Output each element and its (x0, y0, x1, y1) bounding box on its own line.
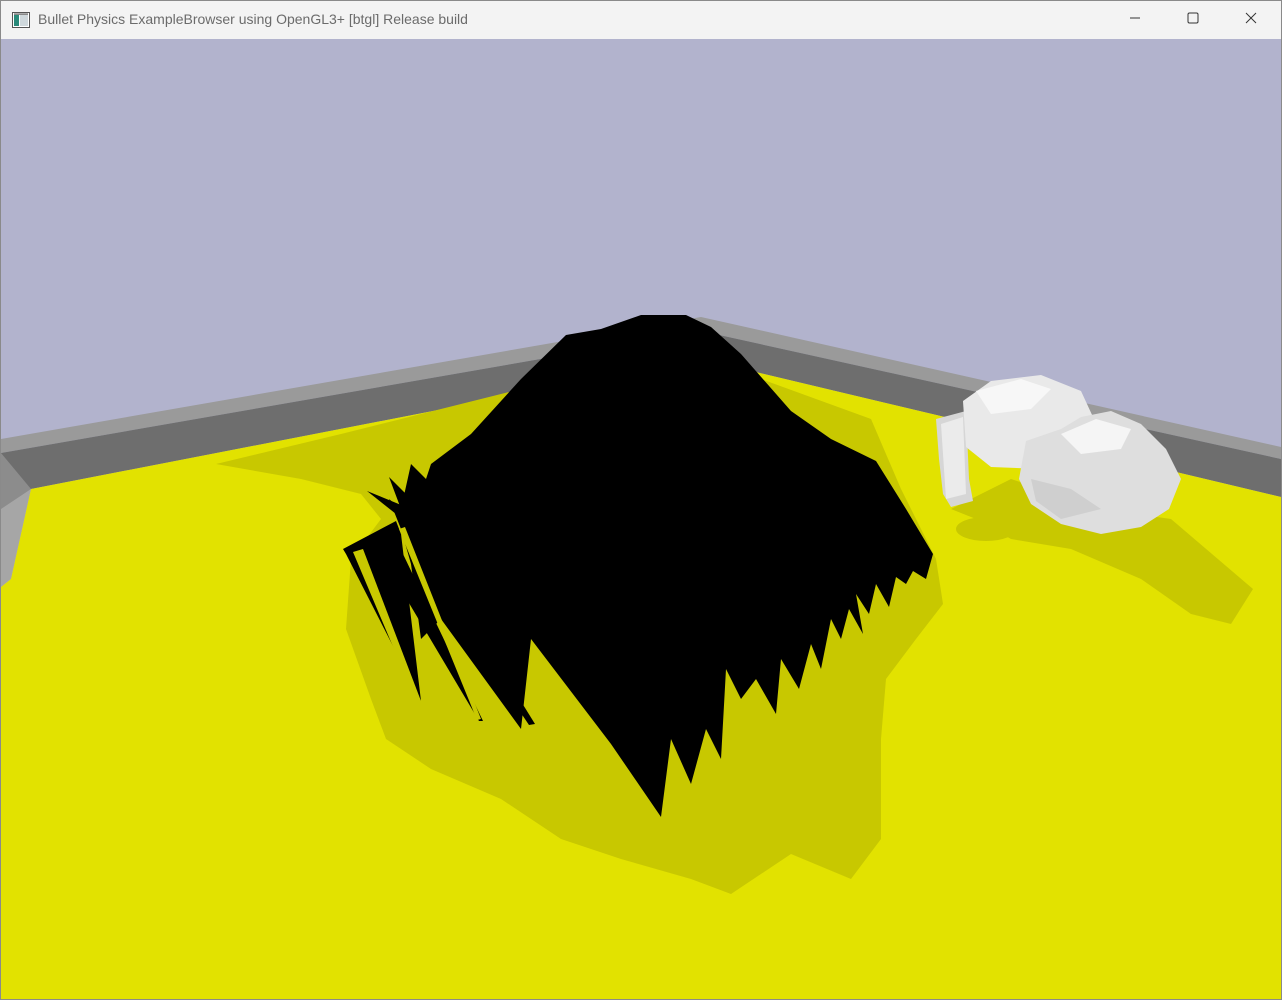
opengl-viewport[interactable] (1, 39, 1281, 999)
maximize-button[interactable] (1164, 1, 1222, 39)
maximize-icon (1187, 11, 1199, 29)
minimize-icon (1129, 11, 1141, 29)
scene-canvas (1, 39, 1281, 999)
close-icon (1245, 11, 1257, 29)
close-button[interactable] (1222, 1, 1280, 39)
app-window: Bullet Physics ExampleBrowser using Open… (0, 0, 1282, 1000)
title-bar[interactable]: Bullet Physics ExampleBrowser using Open… (1, 1, 1281, 39)
window-title: Bullet Physics ExampleBrowser using Open… (38, 11, 468, 27)
minimize-button[interactable] (1106, 1, 1164, 39)
app-window-icon (12, 12, 30, 28)
